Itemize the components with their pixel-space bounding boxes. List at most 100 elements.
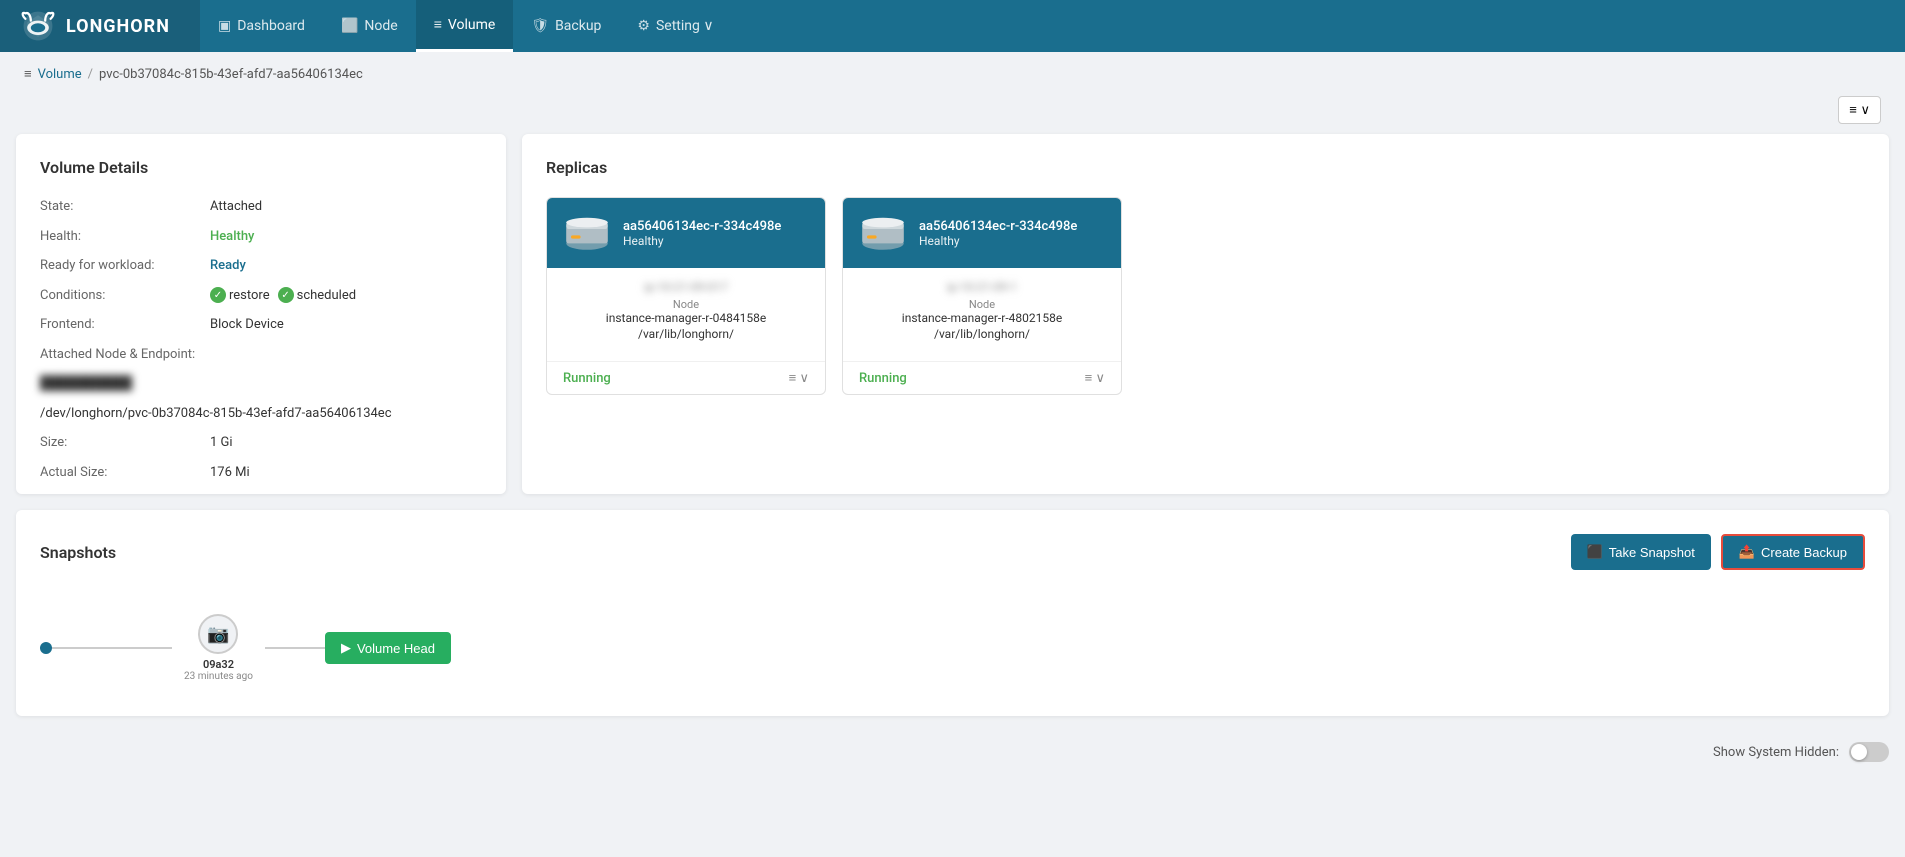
nav-volume[interactable]: ≡ Volume (416, 0, 514, 52)
attached-node-label: Attached Node & Endpoint: (40, 345, 210, 365)
replica-2-node-value: instance-manager-r-4802158e (859, 311, 1105, 325)
toolbar: ≡ ∨ (0, 96, 1905, 134)
base-image-label: Base Image: (40, 492, 210, 494)
ready-value: Ready (210, 256, 246, 276)
setting-icon: ⚙ (637, 18, 650, 34)
frontend-value: Block Device (210, 315, 284, 335)
nav-setting-label: Setting ∨ (656, 18, 714, 34)
scheduled-ok-icon: ✓ (278, 287, 294, 303)
brand-name: LONGHORN (66, 16, 170, 37)
volume-head-button[interactable]: ▶ Volume Head (325, 632, 451, 664)
nav-backup[interactable]: 🛡 Backup (513, 0, 619, 52)
snapshot-ago: 23 minutes ago (184, 671, 253, 682)
replicas-panel: Replicas aa56406134ec-r-334c498e Healt (522, 134, 1889, 494)
endpoint-value: /dev/longhorn/pvc-0b37084c-815b-43ef-afd… (40, 404, 392, 424)
condition-restore: ✓ restore (210, 286, 270, 306)
backup-icon: 🛡 (531, 18, 549, 34)
replica-1-menu-icon[interactable]: ≡ ∨ (789, 370, 809, 386)
show-hidden-label: Show System Hidden: (1713, 745, 1839, 760)
replica-card-1: aa56406134ec-r-334c498e Healthy ip-10-21… (546, 197, 826, 395)
condition-restore-label: restore (229, 286, 270, 306)
main-content: Volume Details State: Attached Health: H… (0, 134, 1905, 510)
snapshots-header: Snapshots ⬛ Take Snapshot 📤 Create Backu… (40, 534, 1865, 570)
node-icon: ⬜ (341, 18, 358, 34)
navbar: LONGHORN ▣ Dashboard ⬜ Node ≡ Volume 🛡 B… (0, 0, 1905, 52)
brand: LONGHORN (0, 0, 200, 52)
replica-1-node-value: instance-manager-r-0484158e (563, 311, 809, 325)
nav-volume-label: Volume (448, 17, 495, 33)
nav-dashboard[interactable]: ▣ Dashboard (200, 0, 323, 52)
timeline-line-2 (265, 647, 325, 649)
replica-1-ip: ip-10-21-09-017 (563, 280, 809, 294)
show-hidden-toggle[interactable] (1849, 742, 1889, 762)
detail-attached-node-header: Attached Node & Endpoint: (40, 345, 482, 365)
snapshots-actions: ⬛ Take Snapshot 📤 Create Backup (1571, 534, 1865, 570)
replica-2-path: /var/lib/longhorn/ (859, 327, 1105, 341)
volume-details-title: Volume Details (40, 158, 482, 177)
replica-2-footer: Running ≡ ∨ (843, 361, 1121, 394)
actual-size-value: 176 Mi (210, 463, 250, 483)
replica-1-footer: Running ≡ ∨ (547, 361, 825, 394)
replica-1-disk-icon (563, 214, 611, 252)
create-backup-button[interactable]: 📤 Create Backup (1721, 534, 1865, 570)
nav-setting[interactable]: ⚙ Setting ∨ (619, 0, 731, 52)
detail-size: Size: 1 Gi (40, 433, 482, 453)
nav-node-label: Node (364, 18, 397, 34)
replica-2-header: aa56406134ec-r-334c498e Healthy (843, 198, 1121, 268)
state-value: Attached (210, 197, 262, 217)
replica-2-ip: ip-10-21-09-1 (859, 280, 1105, 294)
attached-node-ip: ██████████ (40, 374, 132, 394)
replica-2-running: Running (859, 371, 907, 386)
take-snapshot-button[interactable]: ⬛ Take Snapshot (1571, 534, 1711, 570)
detail-base-image: Base Image: (40, 492, 482, 494)
state-label: State: (40, 197, 210, 217)
replica-2-menu-icon[interactable]: ≡ ∨ (1085, 370, 1105, 386)
take-snapshot-label: Take Snapshot (1609, 545, 1695, 560)
dashboard-icon: ▣ (218, 18, 231, 34)
replica-1-node-label: Node (563, 298, 809, 311)
detail-conditions: Conditions: ✓ restore ✓ scheduled (40, 286, 482, 306)
replica-2-node-label: Node (859, 298, 1105, 311)
brand-logo-icon (20, 8, 56, 44)
create-backup-label: Create Backup (1761, 545, 1847, 560)
replica-1-info: aa56406134ec-r-334c498e Healthy (623, 219, 781, 248)
list-view-button[interactable]: ≡ ∨ (1838, 96, 1881, 124)
snapshot-camera-icon[interactable]: 📷 (198, 614, 238, 654)
volume-details-panel: Volume Details State: Attached Health: H… (16, 134, 506, 494)
replica-2-name: aa56406134ec-r-334c498e (919, 219, 1077, 234)
replica-2-body: ip-10-21-09-1 Node instance-manager-r-48… (843, 268, 1121, 361)
volume-head-icon: ▶ (341, 640, 351, 656)
ready-label: Ready for workload: (40, 256, 210, 276)
health-value: Healthy (210, 227, 254, 247)
nav-dashboard-label: Dashboard (237, 18, 305, 34)
toggle-knob (1851, 744, 1867, 760)
volume-icon: ≡ (434, 16, 442, 33)
nav-node[interactable]: ⬜ Node (323, 0, 416, 52)
breadcrumb-current: pvc-0b37084c-815b-43ef-afd7-aa56406134ec (99, 67, 363, 82)
timeline-start-dot (40, 642, 52, 654)
replica-2-disk-icon (859, 214, 907, 252)
nav-items: ▣ Dashboard ⬜ Node ≡ Volume 🛡 Backup ⚙ S… (200, 0, 732, 52)
show-hidden-row: Show System Hidden: (0, 732, 1905, 762)
health-label: Health: (40, 227, 210, 247)
breadcrumb-separator: / (88, 67, 93, 82)
replica-1-status: Healthy (623, 234, 781, 248)
snapshot-timeline: 📷 09a32 23 minutes ago ▶ Volume Head (40, 594, 1865, 692)
timeline-snapshot[interactable]: 📷 09a32 23 minutes ago (184, 614, 253, 682)
nav-backup-label: Backup (555, 18, 601, 34)
actual-size-label: Actual Size: (40, 463, 210, 483)
replica-2-info: aa56406134ec-r-334c498e Healthy (919, 219, 1077, 248)
condition-scheduled-label: scheduled (297, 286, 356, 306)
breadcrumb-volume-link[interactable]: Volume (38, 67, 82, 82)
snapshot-time: 09a32 (203, 658, 234, 671)
detail-health: Health: Healthy (40, 227, 482, 247)
restore-ok-icon: ✓ (210, 287, 226, 303)
detail-actual-size: Actual Size: 176 Mi (40, 463, 482, 483)
conditions-label: Conditions: (40, 286, 210, 306)
detail-endpoint: /dev/longhorn/pvc-0b37084c-815b-43ef-afd… (40, 404, 482, 424)
replica-card-2: aa56406134ec-r-334c498e Healthy ip-10-21… (842, 197, 1122, 395)
replica-1-path: /var/lib/longhorn/ (563, 327, 809, 341)
detail-state: State: Attached (40, 197, 482, 217)
size-value: 1 Gi (210, 433, 233, 453)
detail-ready: Ready for workload: Ready (40, 256, 482, 276)
